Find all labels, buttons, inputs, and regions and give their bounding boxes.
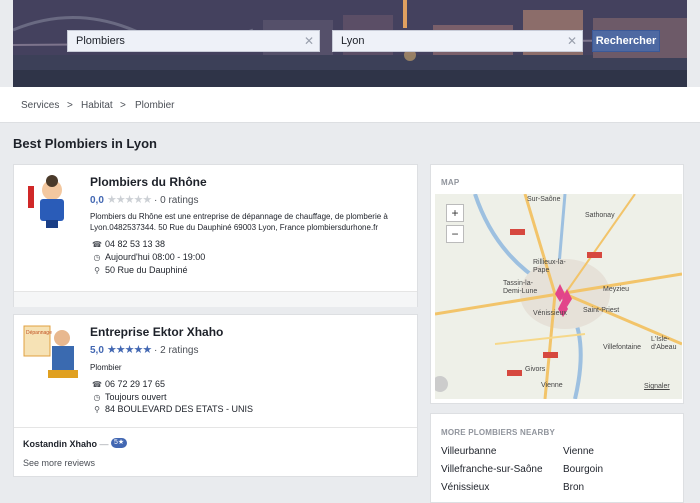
page-title: Best Plombiers in Lyon	[13, 136, 157, 151]
rating-summary: 5,0 ★★★★★ · 2 ratings	[90, 343, 198, 356]
search-what-input[interactable]	[68, 31, 304, 51]
breadcrumb-habitat[interactable]: Habitat	[81, 100, 113, 111]
breadcrumb-separator: >	[67, 100, 73, 111]
hours-row: ◷ Aujourd'hui 08:00 - 19:00	[92, 252, 206, 262]
svg-text:Dépannage: Dépannage	[26, 330, 52, 336]
map-city-label: Saint-Priest	[583, 307, 620, 314]
map-city-label: Meyzieu	[603, 286, 630, 293]
nearby-link[interactable]: Villeurbanne	[441, 446, 496, 457]
rating-score: 5,0	[90, 345, 104, 356]
rating-stars: ★★★★★	[106, 344, 152, 356]
rating-count[interactable]: · 2 ratings	[154, 345, 198, 356]
clock-icon: ◷	[93, 393, 101, 402]
phone-row: ☎ 04 82 53 13 38	[92, 239, 165, 249]
map-city-label: Villefontaine	[603, 344, 642, 351]
rating-score: 0,0	[90, 195, 104, 206]
report-map-link[interactable]: Signaler	[644, 383, 670, 390]
address-row: ⚲ 84 BOULEVARD DES ETATS - UNIS	[92, 404, 253, 414]
map-city-label: Sur-Saône	[527, 196, 561, 203]
map-city-label: Vienne	[541, 382, 563, 389]
search-button[interactable]: Rechercher	[592, 30, 660, 52]
card-footer	[14, 291, 417, 307]
breadcrumb: Services > Habitat > Plombier	[0, 87, 700, 123]
phone-number[interactable]: 04 82 53 13 38	[105, 239, 165, 249]
opening-hours: Aujourd'hui 08:00 - 19:00	[105, 252, 206, 262]
address-row: ⚲ 50 Rue du Dauphiné	[92, 265, 188, 275]
see-more-reviews-link[interactable]: See more reviews	[23, 458, 95, 468]
address[interactable]: 50 Rue du Dauphiné	[105, 265, 188, 275]
nearby-link[interactable]: Vénissieux	[441, 482, 489, 493]
plumber-logo-image[interactable]: Dépannage	[22, 322, 80, 380]
breadcrumb-services[interactable]: Services	[21, 100, 59, 111]
map-city-label: Vénissieux	[533, 310, 567, 317]
business-name[interactable]: Entreprise Ektor Xhaho	[90, 325, 223, 339]
hours-row: ◷ Toujours ouvert	[92, 392, 167, 402]
map-canvas[interactable]	[435, 194, 682, 399]
nearby-heading: MORE PLOMBIERS NEARBY	[441, 428, 555, 437]
search-where-field[interactable]: ✕	[332, 30, 583, 52]
rating-stars: ★★★★★	[106, 194, 152, 206]
review-rating-badge: 5★	[111, 438, 128, 448]
phone-row: ☎ 06 72 29 17 65	[92, 379, 165, 389]
rating-summary: 0,0 ★★★★★ · 0 ratings	[90, 193, 198, 206]
zoom-in-button[interactable]: +	[446, 204, 464, 222]
map-heading: MAP	[441, 178, 460, 187]
nearby-link[interactable]: Bourgoin	[563, 464, 603, 475]
map-city-label: Tassin-la-Demi-Lune	[503, 280, 538, 295]
breadcrumb-plombier[interactable]: Plombier	[135, 100, 174, 111]
phone-icon: ☎	[92, 380, 102, 389]
map-pin-icon: ⚲	[94, 405, 100, 414]
map-pin-icon: ⚲	[94, 266, 100, 275]
reviewer-name[interactable]: Kostandin Xhaho —	[23, 439, 109, 449]
clock-icon: ◷	[93, 253, 101, 262]
map-city-label: L'Isle-d'Abeau	[651, 336, 677, 351]
clear-what-icon[interactable]: ✕	[304, 34, 314, 48]
search-what-field[interactable]: ✕	[67, 30, 320, 52]
nearby-link[interactable]: Villefranche-sur-Saône	[441, 464, 543, 475]
plumber-logo-image[interactable]	[22, 172, 80, 230]
map-city-label: Sathonay	[585, 212, 615, 219]
nearby-link[interactable]: Bron	[563, 482, 584, 493]
map-view[interactable]: Sur-Saône Sathonay Rillieux-la-Pape Tass…	[435, 194, 682, 399]
breadcrumb-separator: >	[120, 100, 126, 111]
address[interactable]: 84 BOULEVARD DES ETATS - UNIS	[105, 404, 253, 414]
phone-number[interactable]: 06 72 29 17 65	[105, 379, 165, 389]
business-name[interactable]: Plombiers du Rhône	[90, 175, 207, 189]
business-description: Plombiers du Rhône est une entreprise de…	[90, 212, 388, 232]
clear-where-icon[interactable]: ✕	[567, 34, 577, 48]
phone-icon: ☎	[92, 240, 102, 249]
search-where-input[interactable]	[333, 31, 569, 51]
zoom-out-button[interactable]: −	[446, 225, 464, 243]
divider	[14, 427, 417, 428]
opening-hours: Toujours ouvert	[105, 392, 167, 402]
business-category: Plombier	[90, 363, 122, 372]
map-city-label: Givors	[525, 366, 546, 373]
nearby-link[interactable]: Vienne	[563, 446, 594, 457]
map-city-label: Rillieux-la-Pape	[533, 259, 566, 274]
rating-count[interactable]: · 0 ratings	[154, 195, 198, 206]
